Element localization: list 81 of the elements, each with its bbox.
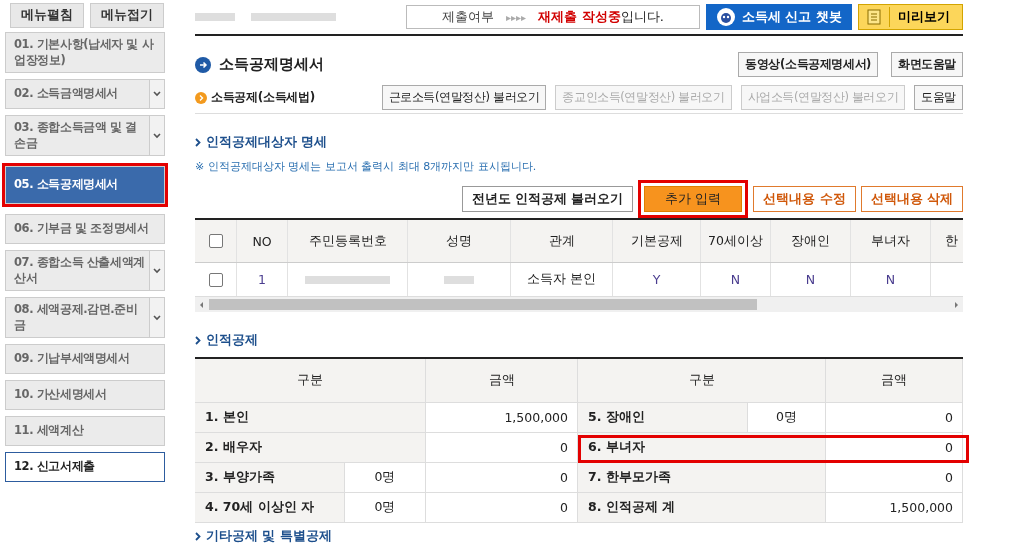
sidebar-item[interactable]: 12. 신고서제출 (5, 452, 165, 483)
sidebar-item[interactable]: 11. 세액계산 (5, 416, 165, 447)
chevron-right-icon (195, 532, 201, 541)
menu-toggle-button[interactable]: 메뉴접기 (90, 3, 164, 28)
help-button[interactable]: 동영상(소득공제명세서) (738, 52, 878, 77)
status-text: 재제출 작성중입니다. (538, 8, 664, 26)
row-label: 8. 인적공제 계 (578, 493, 826, 523)
table-cell: N (851, 263, 931, 296)
action-button[interactable]: 전년도 인적공제 불러오기 (461, 186, 634, 212)
checkbox[interactable] (208, 234, 223, 248)
sidebar-item[interactable]: 09. 기납부세액명세서 (5, 344, 165, 375)
chevron-down-icon[interactable] (149, 80, 164, 109)
chevron-down-icon[interactable] (149, 251, 164, 291)
menu-toggle-button[interactable]: 메뉴펼침 (10, 3, 84, 28)
action-button[interactable]: 선택내용 삭제 (860, 186, 963, 212)
chevron-right-icon (195, 138, 201, 147)
section-title: 소득공제(소득세법) (211, 89, 315, 106)
note-text: ※ 인적공제대상자 명세는 보고서 출력시 최대 8개까지만 표시됩니다. (195, 159, 538, 174)
checkbox[interactable] (208, 272, 223, 287)
column-header: 관계 (511, 220, 613, 262)
sidebar-item[interactable]: 01. 기본사항(납세자 및 사업장정보) (5, 32, 165, 74)
table-cell: 0명 (345, 463, 426, 493)
row-label: 1. 본인 (195, 403, 426, 433)
load-button[interactable]: 근로소득(연말정산) 불러오기 (381, 85, 547, 110)
column-header: 부녀자 (851, 220, 931, 262)
table-cell: 소득자 본인 (511, 263, 613, 296)
sidebar-item[interactable]: 08. 세액공제.감면.준비금 (5, 297, 165, 339)
column-header: 성명 (408, 220, 511, 262)
help-button[interactable]: 화면도움말 (891, 52, 963, 77)
column-header: 장애인 (771, 220, 851, 262)
sidebar-item[interactable]: 06. 기부금 및 조정명세서 (5, 214, 165, 245)
chevron-right-icon (195, 336, 201, 345)
section-heading: 기타공제 및 특별공제 (206, 528, 332, 545)
chevron-down-icon[interactable] (149, 116, 164, 156)
table-cell: 0명 (345, 493, 426, 523)
sidebar-item[interactable]: 05. 소득공제명세서 (5, 166, 165, 205)
blurred-text (444, 275, 474, 284)
arrows-text: ▸▸▸▸ (506, 11, 527, 23)
table-cell: N (701, 263, 771, 296)
row-label: 3. 부양가족 (195, 463, 345, 493)
column-header: 금액 (826, 359, 963, 403)
table-cell: 1,500,000 (826, 493, 963, 523)
load-button[interactable]: 도움말 (914, 85, 963, 110)
mascot-icon (715, 7, 736, 27)
action-button[interactable]: 추가 입력 (644, 186, 743, 212)
section-heading: 인적공제대상자 명세 (206, 134, 328, 151)
arrow-circle-icon (195, 91, 207, 104)
status-label: 제출여부 (442, 8, 495, 26)
row-label: 2. 배우자 (195, 433, 426, 463)
arrow-circle-icon (195, 56, 211, 73)
section-heading: 인적공제 (206, 332, 258, 349)
table-cell: 0 (826, 433, 963, 463)
table-cell: Y (613, 263, 701, 296)
column-header: 기본공제 (613, 220, 701, 262)
chatbot-button[interactable]: 소득세 신고 챗봇 (705, 4, 852, 30)
sidebar-item[interactable]: 02. 소득금액명세서 (5, 79, 165, 110)
blurred-text (195, 13, 235, 21)
table-cell: 0 (826, 403, 963, 433)
column-header: NO (237, 220, 288, 262)
column-header: 구분 (195, 359, 426, 403)
preview-button[interactable]: 미리보기 (858, 4, 963, 30)
row-label: 4. 70세 이상인 자 (195, 493, 345, 523)
column-header: 주민등록번호 (288, 220, 408, 262)
column-header: 한 (944, 231, 959, 250)
table-cell: N (771, 263, 851, 296)
column-header: 70세이상 (701, 220, 771, 262)
row-label: 7. 한부모가족 (578, 463, 826, 493)
table-cell: 0 (426, 433, 578, 463)
document-icon (867, 9, 881, 25)
column-header: 금액 (426, 359, 578, 403)
sidebar-item[interactable]: 03. 종합소득금액 및 결손금 (5, 115, 165, 157)
sidebar-item[interactable]: 07. 종합소득 산출세액계산서 (5, 250, 165, 292)
table-cell: 1 (237, 263, 288, 296)
row-label: 5. 장애인 (578, 403, 748, 433)
horizontal-scrollbar[interactable] (195, 297, 963, 312)
sidebar-item[interactable]: 10. 가산세명세서 (5, 380, 165, 411)
action-button[interactable]: 선택내용 수정 (753, 186, 856, 212)
table-cell: 0 (826, 463, 963, 493)
column-header: 구분 (578, 359, 826, 403)
chevron-down-icon[interactable] (149, 298, 164, 338)
page-title: 소득공제명세서 (219, 55, 324, 74)
